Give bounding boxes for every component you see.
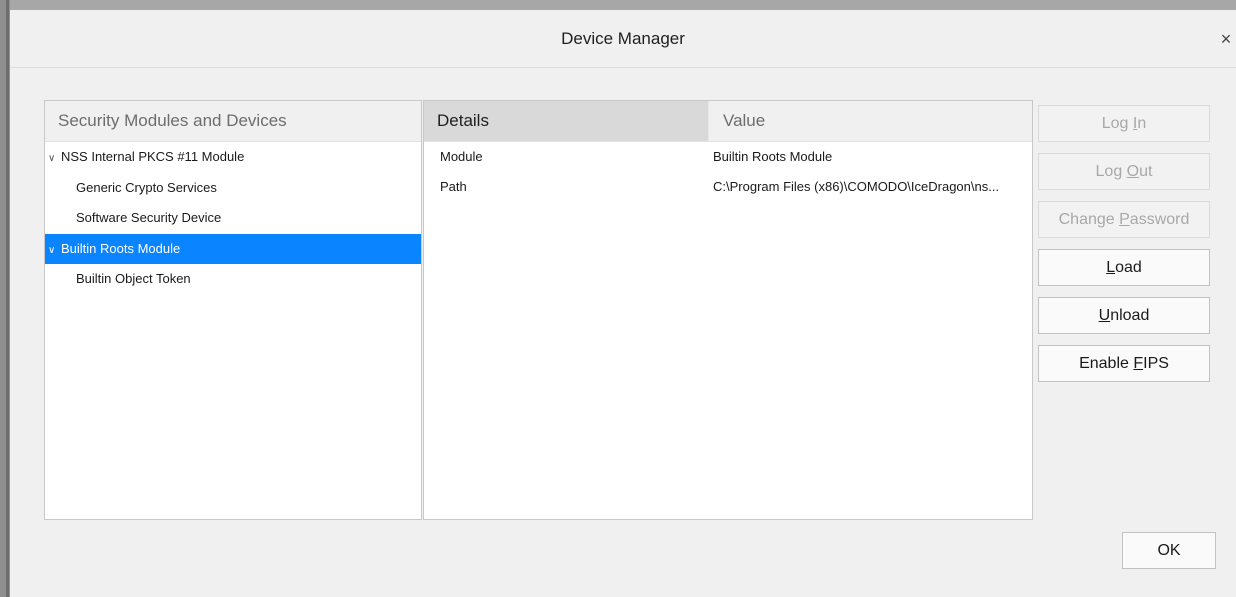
dialog-title: Device Manager: [561, 29, 685, 48]
detail-value: Builtin Roots Module: [713, 149, 833, 164]
tree-item-builtin-object-token[interactable]: Builtin Object Token: [45, 264, 421, 295]
device-manager-dialog: Device Manager × Security Modules and De…: [10, 10, 1236, 597]
value-column-header[interactable]: Value: [709, 101, 1032, 141]
title-bar: Device Manager ×: [10, 10, 1236, 68]
mnemonic: O: [1126, 163, 1140, 180]
button-label: n: [1137, 115, 1147, 132]
mnemonic: P: [1119, 211, 1130, 228]
tree-item-label: NSS Internal PKCS #11 Module: [61, 149, 245, 164]
button-label: IPS: [1143, 355, 1169, 372]
load-button[interactable]: Load: [1038, 249, 1210, 286]
table-row[interactable]: Path C:\Program Files (x86)\COMODO\IceDr…: [424, 172, 1032, 202]
tree-item-label: Builtin Roots Module: [61, 240, 181, 256]
log-out-button[interactable]: Log Out: [1038, 153, 1210, 190]
button-label: Log: [1095, 163, 1127, 180]
window-frame-left: [0, 0, 10, 597]
log-in-button[interactable]: Log In: [1038, 105, 1210, 142]
detail-value: C:\Program Files (x86)\COMODO\IceDragon\…: [713, 179, 1000, 194]
detail-key: Module: [440, 149, 483, 164]
button-label: Change: [1058, 211, 1120, 228]
details-column-header[interactable]: Details: [424, 101, 709, 141]
tree-item-software-security-device[interactable]: Software Security Device: [45, 203, 421, 234]
mnemonic: L: [1106, 259, 1116, 276]
ok-button[interactable]: OK: [1122, 532, 1216, 569]
table-row[interactable]: Module Builtin Roots Module: [424, 142, 1032, 172]
tree-column-header[interactable]: Security Modules and Devices: [45, 101, 421, 142]
tree-item-generic-crypto-services[interactable]: Generic Crypto Services: [45, 173, 421, 204]
chevron-down-icon[interactable]: ∨: [48, 144, 61, 174]
detail-key: Path: [440, 179, 467, 194]
tree-item-builtin-roots-module[interactable]: ∨ Builtin Roots Module: [45, 233, 421, 266]
chevron-down-icon[interactable]: ∨: [48, 236, 61, 266]
enable-fips-button[interactable]: Enable FIPS: [1038, 345, 1210, 382]
tree-item-label: Generic Crypto Services: [76, 179, 217, 195]
window-frame-top: [0, 0, 1236, 10]
button-label: oad: [1115, 259, 1142, 276]
button-label: Enable: [1079, 355, 1134, 372]
button-label: ut: [1139, 163, 1153, 180]
button-label: Log: [1101, 115, 1133, 132]
unload-button[interactable]: Unload: [1038, 297, 1210, 334]
details-table-header: Details Value: [424, 101, 1032, 142]
tree-item-label: Builtin Object Token: [76, 271, 191, 286]
button-label: assword: [1129, 211, 1190, 228]
tree-item-label: Software Security Device: [76, 210, 222, 225]
close-icon[interactable]: ×: [1216, 28, 1236, 50]
security-modules-tree[interactable]: Security Modules and Devices ∨ NSS Intern…: [44, 100, 422, 520]
tree-item-nss-internal-module[interactable]: ∨ NSS Internal PKCS #11 Module: [45, 142, 421, 173]
mnemonic: U: [1098, 307, 1111, 324]
button-label: nload: [1110, 307, 1150, 324]
details-table[interactable]: Details Value Module Builtin Roots Modul…: [423, 100, 1033, 520]
change-password-button[interactable]: Change Password: [1038, 201, 1210, 238]
mnemonic: F: [1133, 355, 1144, 372]
